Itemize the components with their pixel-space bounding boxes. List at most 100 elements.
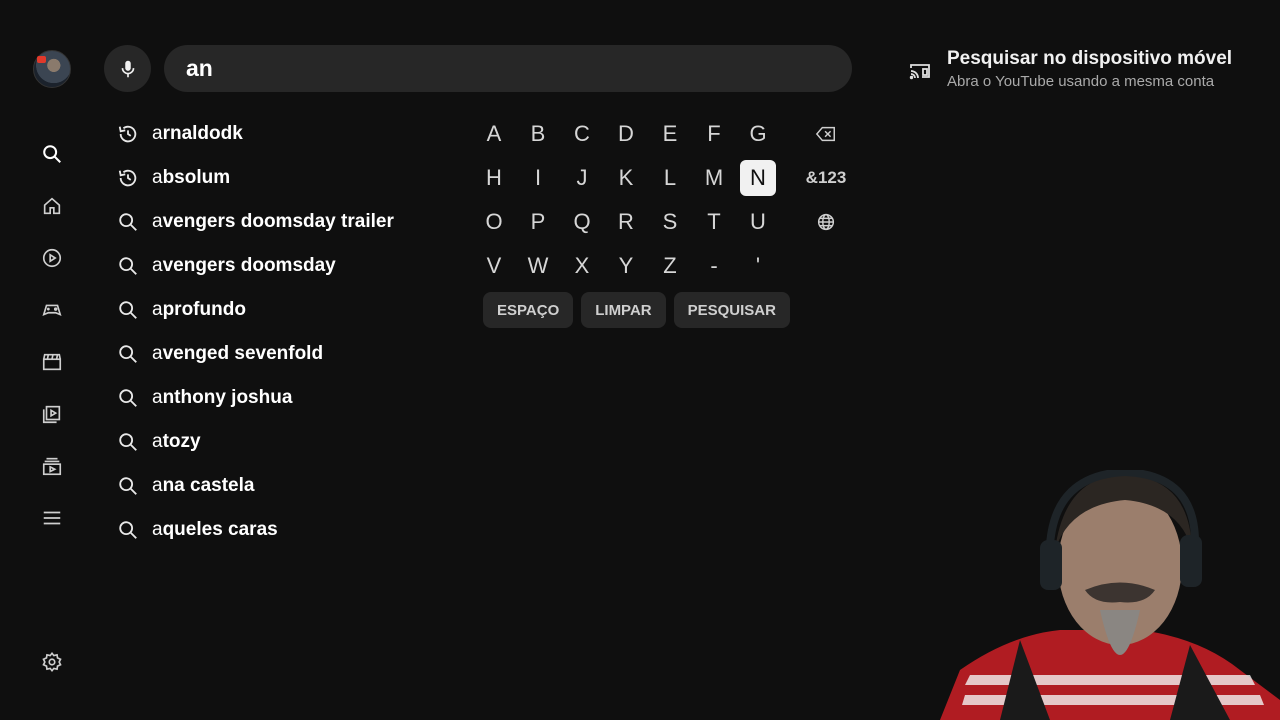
key-j[interactable]: J xyxy=(564,160,600,196)
suggestion-prefix: a xyxy=(152,123,163,144)
key-x[interactable]: X xyxy=(564,248,600,284)
key-g[interactable]: G xyxy=(740,116,776,152)
search-icon xyxy=(116,210,140,234)
key-n[interactable]: N xyxy=(740,160,776,196)
search-icon xyxy=(116,254,140,278)
clapperboard-icon[interactable] xyxy=(40,350,64,374)
suggestion-list: a rnaldodk a bsolum a vengers doomsday traile… xyxy=(116,112,394,552)
suggestion-prefix: a xyxy=(152,343,163,364)
subscriptions-icon[interactable] xyxy=(40,454,64,478)
key-b[interactable]: B xyxy=(520,116,556,152)
suggestion-item[interactable]: a venged sevenfold xyxy=(116,332,394,376)
backspace-icon[interactable] xyxy=(796,116,856,152)
history-icon xyxy=(116,122,140,146)
gear-icon[interactable] xyxy=(40,650,64,674)
key-k[interactable]: K xyxy=(608,160,644,196)
suggestion-prefix: a xyxy=(152,431,163,452)
key-l[interactable]: L xyxy=(652,160,688,196)
search-icon xyxy=(116,430,140,454)
search-icon xyxy=(116,342,140,366)
suggestion-prefix: a xyxy=(152,211,163,232)
suggestion-prefix: a xyxy=(152,519,163,540)
key-q[interactable]: Q xyxy=(564,204,600,240)
search-icon xyxy=(116,298,140,322)
search-input[interactable]: an xyxy=(164,45,852,92)
suggestion-item[interactable]: a rnaldodk xyxy=(116,112,394,156)
suggestion-completion: bsolum xyxy=(162,167,231,188)
key-p[interactable]: P xyxy=(520,204,556,240)
suggestion-prefix: a xyxy=(152,299,163,320)
suggestion-item[interactable]: a nthony joshua xyxy=(116,376,394,420)
microphone-icon xyxy=(121,60,134,77)
voice-search-button[interactable] xyxy=(104,45,151,92)
suggestion-completion: profundo xyxy=(162,299,246,320)
keyboard-row: V W X Y Z - ' xyxy=(476,244,856,288)
suggestion-completion: tozy xyxy=(162,431,201,452)
suggestion-completion: nthony joshua xyxy=(162,387,293,408)
play-circle-icon[interactable] xyxy=(40,246,64,270)
search-icon xyxy=(116,386,140,410)
search-icon[interactable] xyxy=(40,142,64,166)
suggestion-item[interactable]: a bsolum xyxy=(116,156,394,200)
space-button[interactable]: ESPAÇO xyxy=(483,292,574,328)
key-r[interactable]: R xyxy=(608,204,644,240)
symbols-key[interactable]: &123 xyxy=(796,160,856,196)
onscreen-keyboard: A B C D E F G H I J K L M N &123 O P Q R S T U V W X Y Z - ' xyxy=(476,112,856,288)
suggestion-item[interactable]: a vengers doomsday trailer xyxy=(116,200,394,244)
key-c[interactable]: C xyxy=(564,116,600,152)
keyboard-actions: ESPAÇO LIMPAR PESQUISAR xyxy=(483,292,798,328)
key-w[interactable]: W xyxy=(520,248,556,284)
key-h[interactable]: H xyxy=(476,160,512,196)
suggestion-prefix: a xyxy=(152,387,163,408)
key-o[interactable]: O xyxy=(476,204,512,240)
key-y[interactable]: Y xyxy=(608,248,644,284)
suggestion-completion: rnaldodk xyxy=(162,123,243,144)
user-avatar[interactable] xyxy=(33,50,71,88)
key-a[interactable]: A xyxy=(476,116,512,152)
suggestion-item[interactable]: a profundo xyxy=(116,288,394,332)
clear-button[interactable]: LIMPAR xyxy=(581,292,666,328)
suggestion-prefix: a xyxy=(152,167,163,188)
suggestion-completion: vengers doomsday trailer xyxy=(162,211,394,232)
search-icon xyxy=(116,474,140,498)
search-icon xyxy=(116,518,140,542)
key-apostrophe[interactable]: ' xyxy=(740,248,776,284)
key-i[interactable]: I xyxy=(520,160,556,196)
keyboard-row: OPQRSTU xyxy=(476,200,856,244)
keyboard-row: ABCDEFG xyxy=(476,112,856,156)
cast-subtitle: Abra o YouTube usando a mesma conta xyxy=(947,73,1215,90)
key-t[interactable]: T xyxy=(696,204,732,240)
webcam-overlay xyxy=(940,470,1280,720)
suggestion-prefix: a xyxy=(152,475,163,496)
menu-icon[interactable] xyxy=(40,506,64,530)
home-icon[interactable] xyxy=(40,194,64,218)
keyboard-row: H I J K L M N &123 xyxy=(476,156,856,200)
playlist-icon[interactable] xyxy=(40,402,64,426)
key-dash[interactable]: - xyxy=(696,248,732,284)
suggestion-completion: venged sevenfold xyxy=(162,343,324,364)
key-s[interactable]: S xyxy=(652,204,688,240)
key-v[interactable]: V xyxy=(476,248,512,284)
cast-title: Pesquisar no dispositivo móvel xyxy=(947,48,1233,69)
key-z[interactable]: Z xyxy=(652,248,688,284)
suggestion-completion: vengers doomsday xyxy=(162,255,336,276)
search-button[interactable]: PESQUISAR xyxy=(673,292,790,328)
suggestion-item[interactable]: a queles caras xyxy=(116,508,394,552)
history-icon xyxy=(116,166,140,190)
suggestion-prefix: a xyxy=(152,255,163,276)
suggestion-completion: na castela xyxy=(162,475,255,496)
key-u[interactable]: U xyxy=(740,204,776,240)
key-d[interactable]: D xyxy=(608,116,644,152)
suggestion-completion: queles caras xyxy=(162,519,278,540)
cast-panel[interactable]: Pesquisar no dispositivo móvel Abra o Yo… xyxy=(908,47,1232,93)
gamepad-icon[interactable] xyxy=(40,298,64,322)
globe-icon[interactable] xyxy=(796,204,856,240)
cast-icon xyxy=(908,59,932,83)
key-f[interactable]: F xyxy=(696,116,732,152)
suggestion-item[interactable]: a vengers doomsday xyxy=(116,244,394,288)
key-m[interactable]: M xyxy=(696,160,732,196)
key-e[interactable]: E xyxy=(652,116,688,152)
search-query: an xyxy=(186,55,213,81)
suggestion-item[interactable]: a tozy xyxy=(116,420,394,464)
suggestion-item[interactable]: a na castela xyxy=(116,464,394,508)
